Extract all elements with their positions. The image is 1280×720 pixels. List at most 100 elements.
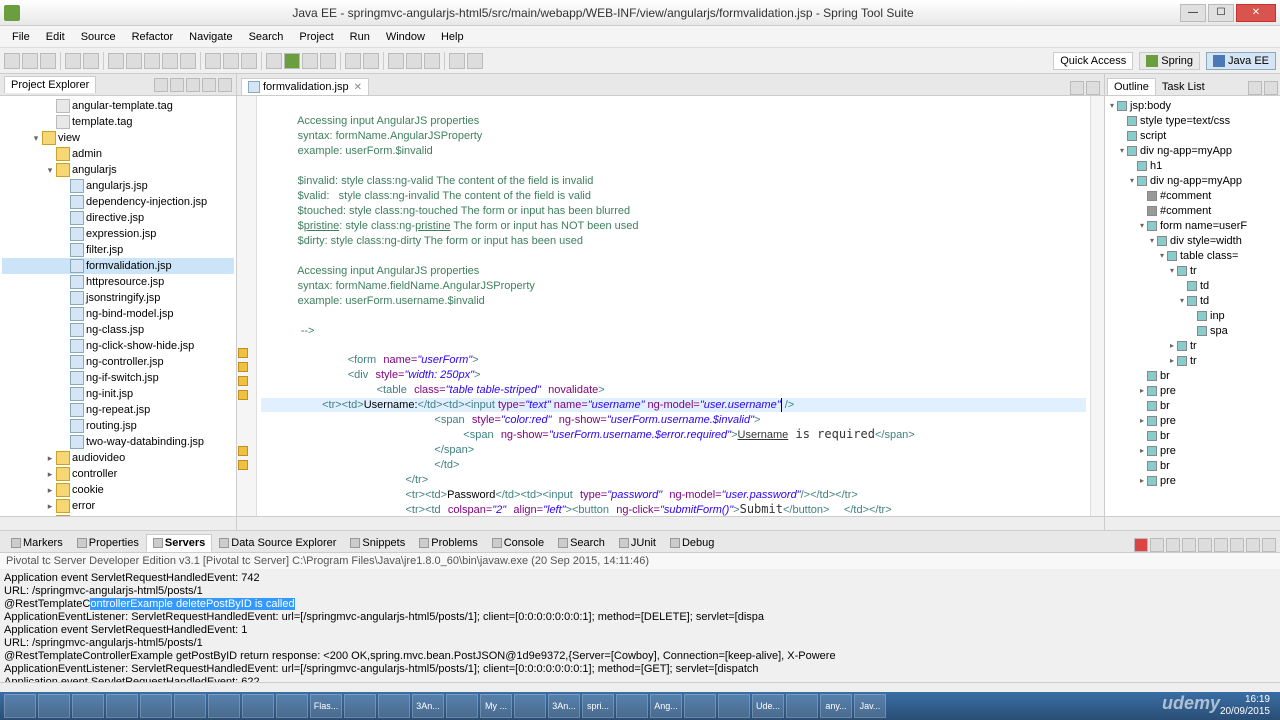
minimize-outline-icon[interactable] <box>1248 81 1262 95</box>
tree-item[interactable]: ▸controller <box>2 466 234 482</box>
outline-item[interactable]: ▸tr <box>1107 353 1278 368</box>
taskbar-app[interactable] <box>616 694 648 718</box>
scroll-lock-icon[interactable] <box>1214 538 1228 552</box>
taskbar-app[interactable] <box>684 694 716 718</box>
back-icon[interactable] <box>449 53 465 69</box>
resume-icon[interactable] <box>126 53 142 69</box>
tab-junit[interactable]: JUnit <box>612 534 663 552</box>
outline-item[interactable]: ▾td <box>1107 293 1278 308</box>
taskbar-app[interactable]: Jav... <box>854 694 886 718</box>
outline-item[interactable]: ▾div ng-app=myApp <box>1107 143 1278 158</box>
taskbar-app[interactable] <box>276 694 308 718</box>
taskbar-app[interactable] <box>514 694 546 718</box>
warning-marker-icon[interactable] <box>238 362 248 372</box>
suspend-icon[interactable] <box>144 53 160 69</box>
tab-data-source-explorer[interactable]: Data Source Explorer <box>212 534 343 552</box>
collapse-all-icon[interactable] <box>154 78 168 92</box>
maximize-bottom-icon[interactable] <box>1262 538 1276 552</box>
tree-item[interactable]: formvalidation.jsp <box>2 258 234 274</box>
step-over-icon[interactable] <box>223 53 239 69</box>
taskbar-app[interactable] <box>446 694 478 718</box>
tree-item[interactable]: filter.jsp <box>2 242 234 258</box>
menu-help[interactable]: Help <box>433 29 472 45</box>
outline-item[interactable]: style type=text/css <box>1107 113 1278 128</box>
outline-item[interactable]: ▸pre <box>1107 443 1278 458</box>
code-editor[interactable]: Accessing input AngularJS properties syn… <box>257 96 1090 516</box>
outline-item[interactable]: ▸pre <box>1107 413 1278 428</box>
tree-item[interactable]: httpresource.jsp <box>2 274 234 290</box>
overview-ruler[interactable] <box>1090 96 1104 516</box>
outline-item[interactable]: #comment <box>1107 188 1278 203</box>
outline-item[interactable]: ▾jsp:body <box>1107 98 1278 113</box>
tab-snippets[interactable]: Snippets <box>343 534 412 552</box>
tree-item[interactable]: angular-template.tag <box>2 98 234 114</box>
outline-item[interactable]: ▸tr <box>1107 338 1278 353</box>
tab-markers[interactable]: Markers <box>4 534 70 552</box>
warning-marker-icon[interactable] <box>238 446 248 456</box>
outline-item[interactable]: ▾tr <box>1107 263 1278 278</box>
editor-hscroll[interactable] <box>237 516 1104 530</box>
minimize-editor-icon[interactable] <box>1070 81 1084 95</box>
outline-hscroll[interactable] <box>1105 516 1280 530</box>
taskbar-app[interactable] <box>344 694 376 718</box>
outline-item[interactable]: ▾table class= <box>1107 248 1278 263</box>
tree-item[interactable]: ng-controller.jsp <box>2 354 234 370</box>
project-explorer-tab[interactable]: Project Explorer <box>4 76 96 93</box>
tree-item[interactable]: ng-class.jsp <box>2 322 234 338</box>
tab-properties[interactable]: Properties <box>70 534 146 552</box>
terminate-icon[interactable] <box>1134 538 1148 552</box>
outline-item[interactable]: td <box>1107 278 1278 293</box>
warning-marker-icon[interactable] <box>238 376 248 386</box>
tree-item[interactable]: ▸cookie <box>2 482 234 498</box>
tasklist-tab[interactable]: Task List <box>1156 79 1211 95</box>
console-output[interactable]: Application event ServletRequestHandledE… <box>0 570 1280 682</box>
perspective-spring[interactable]: Spring <box>1139 52 1200 70</box>
tab-servers[interactable]: Servers <box>146 534 212 552</box>
new-server-icon[interactable] <box>345 53 361 69</box>
wrench-icon[interactable] <box>83 53 99 69</box>
taskbar-app[interactable]: My ... <box>480 694 512 718</box>
run-icon[interactable] <box>284 53 300 69</box>
tree-item[interactable]: angularjs.jsp <box>2 178 234 194</box>
taskbar-app[interactable] <box>242 694 274 718</box>
tree-item[interactable]: jsonstringify.jsp <box>2 290 234 306</box>
project-tree[interactable]: angular-template.tagtemplate.tag▾viewadm… <box>0 96 236 516</box>
tree-item[interactable]: ng-click-show-hide.jsp <box>2 338 234 354</box>
warning-marker-icon[interactable] <box>238 390 248 400</box>
step-into-icon[interactable] <box>205 53 221 69</box>
tree-item[interactable]: ng-bind-model.jsp <box>2 306 234 322</box>
close-button[interactable]: ✕ <box>1236 4 1276 22</box>
outline-item[interactable]: ▾div ng-app=myApp <box>1107 173 1278 188</box>
remove-icon[interactable] <box>1150 538 1164 552</box>
menu-source[interactable]: Source <box>73 29 124 45</box>
taskbar-app[interactable] <box>378 694 410 718</box>
perspective-javaee[interactable]: Java EE <box>1206 52 1276 70</box>
tab-search[interactable]: Search <box>551 534 612 552</box>
taskbar-app[interactable] <box>4 694 36 718</box>
outline-item[interactable]: br <box>1107 398 1278 413</box>
disconnect-icon[interactable] <box>180 53 196 69</box>
menu-window[interactable]: Window <box>378 29 433 45</box>
minimize-panel-icon[interactable] <box>202 78 216 92</box>
menu-search[interactable]: Search <box>241 29 292 45</box>
stop-icon[interactable] <box>162 53 178 69</box>
search-icon[interactable] <box>406 53 422 69</box>
editor-tab-formvalidation[interactable]: formvalidation.jsp ✕ <box>241 78 369 95</box>
display-icon[interactable] <box>1198 538 1212 552</box>
new-icon[interactable] <box>4 53 20 69</box>
taskbar-app[interactable] <box>786 694 818 718</box>
outline-item[interactable]: br <box>1107 458 1278 473</box>
outline-item[interactable]: inp <box>1107 308 1278 323</box>
tab-console[interactable]: Console <box>485 534 551 552</box>
maximize-panel-icon[interactable] <box>218 78 232 92</box>
outline-tab[interactable]: Outline <box>1107 78 1156 95</box>
taskbar-app[interactable] <box>140 694 172 718</box>
coverage-icon[interactable] <box>320 53 336 69</box>
step-return-icon[interactable] <box>241 53 257 69</box>
pin-icon[interactable] <box>1182 538 1196 552</box>
maximize-editor-icon[interactable] <box>1086 81 1100 95</box>
taskbar-app[interactable]: any... <box>820 694 852 718</box>
tree-item[interactable]: ng-if-switch.jsp <box>2 370 234 386</box>
save-icon[interactable] <box>22 53 38 69</box>
console-select-icon[interactable] <box>1230 538 1244 552</box>
